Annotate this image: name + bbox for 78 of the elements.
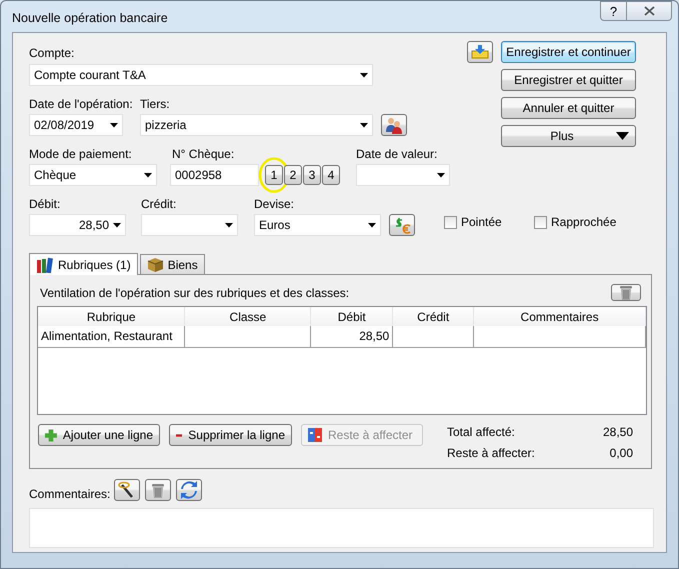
column-header[interactable]: Débit	[310, 307, 393, 326]
people-icon	[385, 116, 403, 134]
caret-icon	[360, 72, 368, 78]
checkbox-label: Rapprochée	[551, 214, 616, 231]
line-button[interactable]: Ajouter une ligne	[38, 424, 160, 446]
minus-icon	[176, 432, 182, 438]
box-icon	[146, 257, 164, 272]
field-label: Tiers:	[140, 97, 171, 112]
number-button[interactable]: 4	[322, 165, 340, 185]
number-button[interactable]: 2	[284, 165, 302, 185]
table-cell: 28,50	[310, 326, 393, 347]
coins-icon	[393, 216, 411, 234]
line-button: Reste à affecter	[301, 424, 423, 446]
plus-icon	[45, 428, 57, 442]
wand-button[interactable]	[114, 479, 140, 501]
window-title: Nouvelle opération bancaire	[12, 10, 168, 27]
caret-icon	[144, 172, 152, 178]
checkbox[interactable]	[534, 216, 547, 228]
caret-icon	[616, 132, 629, 140]
table-cell: Alimentation, Restaurant	[38, 326, 185, 347]
field-label: Mode de paiement:	[29, 147, 133, 162]
trash-icon	[620, 285, 632, 300]
caret-icon	[113, 222, 121, 228]
close-icon	[644, 6, 654, 16]
caret-icon	[110, 122, 118, 128]
help-button[interactable]: ?	[600, 1, 627, 21]
trash-icon	[152, 482, 164, 498]
refresh-button[interactable]	[176, 479, 202, 501]
total-value: 0,00	[608, 445, 633, 462]
column-header[interactable]: Classe	[184, 307, 311, 326]
checkbox[interactable]	[444, 216, 457, 228]
total-label: Total affecté:	[447, 424, 516, 441]
field-label: N° Chèque:	[171, 147, 236, 162]
total-label: Reste à affecter:	[447, 445, 536, 462]
cheque-number-field[interactable]: 0002958	[170, 164, 259, 186]
tab[interactable]: Rubriques (1)	[29, 253, 138, 275]
column-header[interactable]: Crédit	[392, 307, 474, 326]
comments-label: Commentaires:	[29, 486, 110, 503]
action-button[interactable]: Annuler et quitter	[501, 97, 636, 119]
clear-comments-button[interactable]	[145, 479, 172, 501]
field-label: Devise:	[254, 197, 296, 212]
caret-icon	[225, 222, 233, 228]
checkbox-label: Pointée	[461, 214, 502, 231]
column-header[interactable]: Rubrique	[38, 307, 185, 326]
account-dropdown[interactable]: Compte courant T&A	[29, 64, 373, 86]
currency-dropdown[interactable]: Euros	[254, 214, 381, 236]
caret-icon	[360, 122, 368, 128]
payee-button[interactable]	[381, 114, 407, 136]
caret-icon	[437, 172, 445, 178]
tray-icon	[471, 45, 489, 59]
caret-icon	[368, 222, 376, 228]
field-label: Compte:	[29, 46, 76, 61]
action-button[interactable]: Enregistrer et quitter	[501, 69, 636, 91]
split-icon	[308, 428, 322, 442]
field-label: Date de l'opération:	[29, 97, 134, 112]
number-button[interactable]: 1	[265, 165, 283, 185]
close-button[interactable]	[627, 1, 672, 21]
comments-field[interactable]	[29, 508, 654, 548]
more-menu-button[interactable]: Plus	[501, 125, 636, 147]
refresh-icon	[180, 481, 198, 499]
payment-mode-dropdown[interactable]: Chèque	[29, 164, 157, 186]
action-button[interactable]: Enregistrer et continuer	[501, 41, 636, 63]
field-label: Débit:	[29, 197, 62, 212]
total-value: 28,50	[602, 424, 633, 441]
date-dropdown[interactable]: 02/08/2019	[29, 114, 123, 136]
save-icon-button[interactable]	[467, 41, 493, 63]
field-label: Crédit:	[141, 197, 178, 212]
currency-button[interactable]	[389, 214, 415, 236]
column-header[interactable]: Commentaires	[474, 307, 646, 326]
books-icon	[36, 256, 54, 272]
number-button[interactable]: 3	[303, 165, 321, 185]
delete-button[interactable]	[611, 284, 641, 301]
line-button[interactable]: Supprimer la ligne	[169, 424, 292, 446]
debit-dropdown[interactable]: 28,50	[29, 214, 126, 236]
field-label: Date de valeur:	[356, 147, 438, 162]
payee-dropdown[interactable]: pizzeria	[140, 114, 373, 136]
caption-text: Ventilation de l'opération sur des rubriques et des classes:	[40, 284, 350, 302]
tab[interactable]: Biens	[140, 254, 205, 274]
